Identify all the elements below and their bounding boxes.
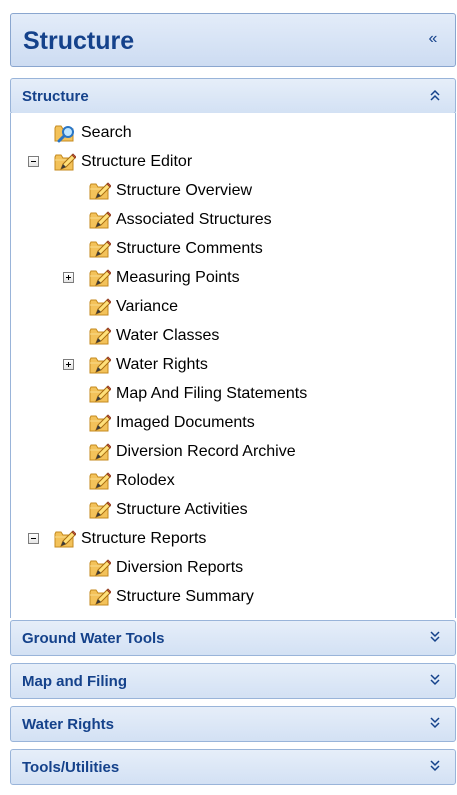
tree-item-structure-overview[interactable]: Structure Overview (89, 179, 252, 203)
tree-item-label: Variance (116, 298, 178, 315)
tree-item-label: Search (81, 124, 132, 141)
folder-edit-icon (89, 559, 111, 577)
folder-edit-icon (89, 588, 111, 606)
tree-item-label: Water Classes (116, 327, 220, 344)
tree-item-structure-comments[interactable]: Structure Comments (89, 237, 263, 261)
tree-item-variance[interactable]: Variance (89, 295, 178, 319)
section-header-ground-water-tools[interactable]: Ground Water Tools (10, 620, 456, 656)
folder-edit-icon (54, 153, 76, 171)
section-title-ground-water-tools: Ground Water Tools (22, 630, 165, 647)
tree-item-structure-activities[interactable]: Structure Activities (89, 498, 248, 522)
section-header-structure[interactable]: Structure (10, 78, 456, 114)
folder-edit-icon (89, 182, 111, 200)
navigation-panel: Structure « Structure Search Structure E… (0, 0, 457, 795)
folder-edit-icon (89, 327, 111, 345)
tree-item-label: Map And Filing Statements (116, 385, 308, 402)
folder-edit-icon (89, 356, 111, 374)
tree-item-label: Structure Overview (116, 182, 253, 199)
tree-item-label: Rolodex (116, 472, 175, 489)
collapse-structure-editor-icon[interactable] (28, 156, 39, 167)
chevron-up-icon[interactable] (428, 87, 442, 103)
section-header-tools-utilities[interactable]: Tools/Utilities (10, 749, 456, 785)
section-title-tools-utilities: Tools/Utilities (22, 759, 120, 776)
structure-tree: Search Structure Editor Structure Overvi… (10, 113, 456, 618)
section-header-water-rights[interactable]: Water Rights (10, 706, 456, 742)
panel-title: Structure (23, 27, 135, 55)
tree-item-diversion-record-archive[interactable]: Diversion Record Archive (89, 440, 296, 464)
tree-item-search[interactable]: Search (54, 121, 132, 145)
tree-item-label: Associated Structures (116, 211, 272, 228)
folder-edit-icon (54, 530, 76, 548)
tree-item-label: Diversion Record Archive (116, 443, 296, 460)
tree-item-label: Structure Comments (116, 240, 263, 257)
tree-item-rolodex[interactable]: Rolodex (89, 469, 175, 493)
tree-item-imaged-documents[interactable]: Imaged Documents (89, 411, 255, 435)
tree-item-label: Imaged Documents (116, 414, 255, 431)
tree-item-associated-structures[interactable]: Associated Structures (89, 208, 272, 232)
folder-edit-icon (89, 385, 111, 403)
chevron-down-icon[interactable] (428, 672, 442, 688)
tree-item-label: Diversion Reports (116, 559, 244, 576)
tree-item-water-rights[interactable]: Water Rights (89, 353, 208, 377)
folder-edit-icon (89, 269, 111, 287)
tree-item-label: Measuring Points (116, 269, 240, 286)
chevron-down-icon[interactable] (428, 715, 442, 731)
expand-measuring-points-icon[interactable] (63, 272, 74, 283)
chevron-down-icon[interactable] (428, 629, 442, 645)
section-header-map-and-filing[interactable]: Map and Filing (10, 663, 456, 699)
tree-item-label: Water Rights (116, 356, 208, 373)
folder-edit-icon (89, 414, 111, 432)
collapse-panel-icon[interactable]: « (423, 30, 443, 50)
folder-edit-icon (89, 472, 111, 490)
chevron-down-icon[interactable] (428, 758, 442, 774)
search-folder-icon (54, 124, 75, 143)
folder-edit-icon (89, 211, 111, 229)
tree-item-label: Structure Reports (81, 530, 207, 547)
tree-item-water-classes[interactable]: Water Classes (89, 324, 219, 348)
section-title-water-rights: Water Rights (22, 716, 114, 733)
tree-item-structure-summary[interactable]: Structure Summary (89, 585, 254, 609)
folder-edit-icon (89, 443, 111, 461)
folder-edit-icon (89, 501, 111, 519)
tree-item-label: Structure Activities (116, 501, 248, 518)
folder-edit-icon (89, 240, 111, 258)
tree-item-measuring-points[interactable]: Measuring Points (89, 266, 240, 290)
tree-item-label: Structure Editor (81, 153, 193, 170)
collapse-structure-reports-icon[interactable] (28, 533, 39, 544)
folder-edit-icon (89, 298, 111, 316)
tree-item-diversion-reports[interactable]: Diversion Reports (89, 556, 243, 580)
tree-item-map-and-filing-statements[interactable]: Map And Filing Statements (89, 382, 307, 406)
tree-item-structure-editor[interactable]: Structure Editor (54, 150, 192, 174)
section-title-map-and-filing: Map and Filing (22, 673, 127, 690)
tree-item-structure-reports[interactable]: Structure Reports (54, 527, 206, 551)
panel-header: Structure « (10, 13, 456, 67)
tree-item-label: Structure Summary (116, 588, 254, 605)
expand-water-rights-icon[interactable] (63, 359, 74, 370)
section-title-structure: Structure (22, 88, 89, 105)
